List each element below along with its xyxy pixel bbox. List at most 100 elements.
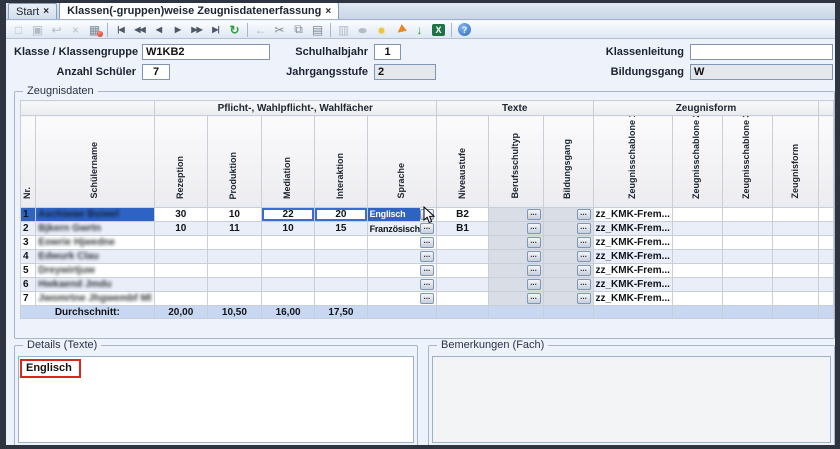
notify-icon[interactable]: ◀ bbox=[389, 18, 412, 40]
cell-schablone2[interactable] bbox=[672, 208, 722, 222]
klasse-input[interactable] bbox=[142, 44, 270, 60]
cell-bildungsgang[interactable]: ... bbox=[543, 292, 593, 306]
tab-close-icon[interactable]: × bbox=[43, 6, 49, 17]
cell-schablone3[interactable] bbox=[722, 278, 773, 292]
nav-prev-icon[interactable]: ◀ bbox=[150, 22, 167, 37]
cell-schablone3[interactable] bbox=[722, 264, 773, 278]
cell-nr[interactable]: 6 bbox=[21, 278, 36, 292]
cell-name[interactable]: Hwkaend Jmdu bbox=[36, 278, 154, 292]
cell-filler[interactable] bbox=[819, 278, 834, 292]
cell-zeugnisform[interactable] bbox=[773, 278, 819, 292]
cell-sprache[interactable]: ... bbox=[367, 292, 436, 306]
cell-name[interactable]: Edwurk Clau bbox=[36, 250, 154, 264]
bemerkungen-textarea[interactable] bbox=[432, 356, 831, 443]
cell-bildungsgang[interactable]: ... bbox=[543, 264, 593, 278]
cell-rezeption[interactable] bbox=[154, 292, 207, 306]
cell-schablone1[interactable]: zz_KMK-Frem... bbox=[593, 264, 672, 278]
cell-interaktion[interactable] bbox=[315, 278, 367, 292]
cell-produktion[interactable]: 10 bbox=[207, 208, 261, 222]
cell-interaktion[interactable] bbox=[315, 236, 367, 250]
cell-schablone1[interactable]: zz_KMK-Frem... bbox=[593, 250, 672, 264]
cell-rezeption[interactable] bbox=[154, 250, 207, 264]
cell-mediation[interactable] bbox=[261, 278, 314, 292]
nav-fast-next-icon[interactable]: ▶▶ bbox=[188, 22, 205, 37]
cell-berufsschultyp[interactable]: ... bbox=[489, 222, 543, 236]
cell-schablone1[interactable]: zz_KMK-Frem... bbox=[593, 278, 672, 292]
cell-name[interactable]: Aschiwae Bsiwel bbox=[36, 208, 154, 222]
cell-produktion[interactable]: 11 bbox=[207, 222, 261, 236]
anzahl-schueler-input[interactable] bbox=[142, 64, 170, 80]
cell-niveaustufe[interactable] bbox=[436, 264, 488, 278]
cell-berufsschultyp[interactable]: ... bbox=[489, 236, 543, 250]
ellipsis-button[interactable]: ... bbox=[420, 279, 434, 290]
cell-berufsschultyp[interactable]: ... bbox=[489, 208, 543, 222]
cell-niveaustufe[interactable] bbox=[436, 278, 488, 292]
cell-mediation[interactable] bbox=[261, 264, 314, 278]
cell-filler[interactable] bbox=[819, 236, 834, 250]
schulhalbjahr-input[interactable] bbox=[374, 44, 401, 60]
cell-mediation[interactable] bbox=[261, 250, 314, 264]
cell-berufsschultyp[interactable]: ... bbox=[489, 264, 543, 278]
cell-schablone2[interactable] bbox=[672, 278, 722, 292]
save-icon[interactable]: ▣ bbox=[29, 22, 46, 37]
hint-icon[interactable]: ● bbox=[373, 22, 390, 37]
cell-filler[interactable] bbox=[819, 250, 834, 264]
ellipsis-button[interactable]: ... bbox=[527, 251, 541, 262]
cell-filler[interactable] bbox=[819, 208, 834, 222]
ellipsis-button[interactable]: ... bbox=[420, 223, 434, 234]
cell-rezeption[interactable] bbox=[154, 236, 207, 250]
ellipsis-button[interactable]: ... bbox=[527, 237, 541, 248]
cell-bildungsgang[interactable]: ... bbox=[543, 222, 593, 236]
cell-interaktion[interactable] bbox=[315, 264, 367, 278]
cell-rezeption[interactable]: 10 bbox=[154, 222, 207, 236]
cell-mediation[interactable]: 22 bbox=[261, 208, 314, 222]
cell-produktion[interactable] bbox=[207, 264, 261, 278]
cell-zeugnisform[interactable] bbox=[773, 222, 819, 236]
cell-bildungsgang[interactable]: ... bbox=[543, 250, 593, 264]
cell-produktion[interactable] bbox=[207, 250, 261, 264]
cell-nr[interactable]: 7 bbox=[21, 292, 36, 306]
cell-mediation[interactable] bbox=[261, 236, 314, 250]
cell-schablone3[interactable] bbox=[722, 208, 773, 222]
cell-schablone1[interactable]: zz_KMK-Frem... bbox=[593, 292, 672, 306]
edit-form-icon[interactable]: ▦ bbox=[86, 22, 103, 37]
cell-filler[interactable] bbox=[819, 264, 834, 278]
cell-niveaustufe[interactable] bbox=[436, 236, 488, 250]
cell-berufsschultyp[interactable]: ... bbox=[489, 292, 543, 306]
cell-niveaustufe[interactable]: B2 bbox=[436, 208, 488, 222]
cell-berufsschultyp[interactable]: ... bbox=[489, 278, 543, 292]
cell-produktion[interactable] bbox=[207, 236, 261, 250]
ellipsis-button[interactable]: ... bbox=[527, 279, 541, 290]
undo-icon[interactable]: ↩ bbox=[48, 22, 65, 37]
cell-nr[interactable]: 4 bbox=[21, 250, 36, 264]
cell-nr[interactable]: 2 bbox=[21, 222, 36, 236]
cell-sprache[interactable]: ... bbox=[367, 264, 436, 278]
ellipsis-button[interactable]: ... bbox=[527, 223, 541, 234]
refresh-icon[interactable]: ↻ bbox=[226, 22, 243, 37]
help-icon[interactable]: ? bbox=[456, 22, 473, 37]
cell-schablone3[interactable] bbox=[722, 292, 773, 306]
ellipsis-button[interactable]: ... bbox=[420, 209, 434, 220]
ellipsis-button[interactable]: ... bbox=[527, 293, 541, 304]
cell-schablone1[interactable]: zz_KMK-Frem... bbox=[593, 222, 672, 236]
cell-schablone2[interactable] bbox=[672, 292, 722, 306]
cell-schablone3[interactable] bbox=[722, 250, 773, 264]
cell-nr[interactable]: 5 bbox=[21, 264, 36, 278]
cell-niveaustufe[interactable]: B1 bbox=[436, 222, 488, 236]
cell-rezeption[interactable]: 30 bbox=[154, 208, 207, 222]
ellipsis-button[interactable]: ... bbox=[577, 279, 591, 290]
cell-bildungsgang[interactable]: ... bbox=[543, 208, 593, 222]
cell-bildungsgang[interactable]: ... bbox=[543, 278, 593, 292]
cell-nr[interactable]: 3 bbox=[21, 236, 36, 250]
cell-rezeption[interactable] bbox=[154, 264, 207, 278]
cell-schablone1[interactable]: zz_KMK-Frem... bbox=[593, 208, 672, 222]
ellipsis-button[interactable]: ... bbox=[527, 265, 541, 276]
tab-start[interactable]: Start× bbox=[8, 3, 57, 19]
cell-produktion[interactable] bbox=[207, 278, 261, 292]
cell-zeugnisform[interactable] bbox=[773, 250, 819, 264]
cell-zeugnisform[interactable] bbox=[773, 236, 819, 250]
ellipsis-button[interactable]: ... bbox=[577, 237, 591, 248]
cut-icon[interactable]: ✂ bbox=[271, 22, 288, 37]
export-icon[interactable]: ↓ bbox=[411, 22, 428, 37]
ellipsis-button[interactable]: ... bbox=[577, 251, 591, 262]
